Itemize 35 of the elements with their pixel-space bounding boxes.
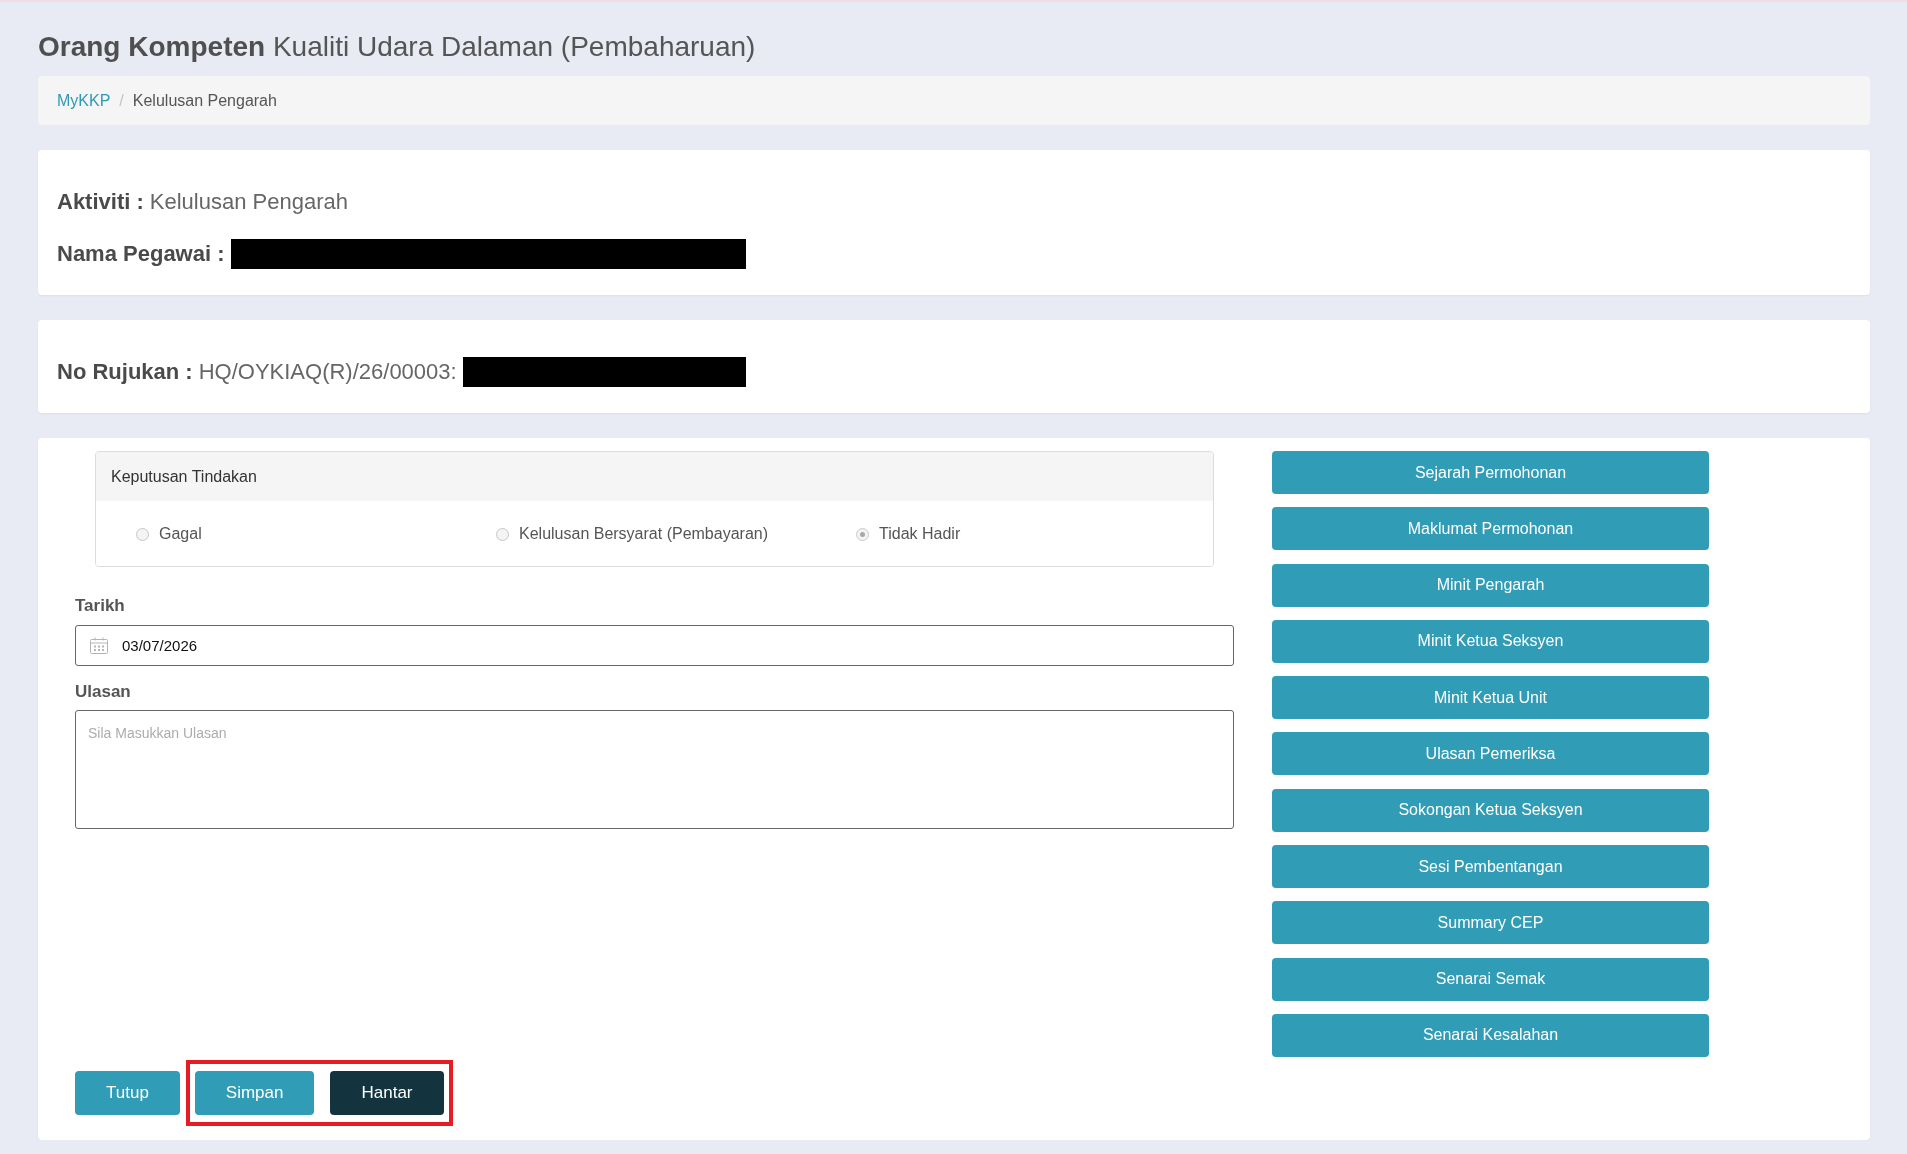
section-button[interactable]: Maklumat Permohonan [1272, 507, 1709, 551]
date-input[interactable]: 03/07/2026 [75, 625, 1234, 666]
section-button[interactable]: Minit Ketua Seksyen [1272, 619, 1709, 663]
info-label: Nama Pegawai : [57, 241, 225, 267]
section-button[interactable]: Sejarah Permohonan [1272, 451, 1709, 494]
page-title: Orang Kompeten Kualiti Udara Dalaman (Pembaharuan) [38, 30, 757, 64]
section-button[interactable]: Minit Ketua Unit [1272, 676, 1709, 720]
radio-button[interactable] [856, 527, 869, 541]
info-label: No Rujukan : [57, 359, 193, 385]
info-value: HQ/OYKIAQ(R)/26/00003: [198, 359, 457, 385]
section-button[interactable]: Sesi Pembentangan [1272, 845, 1709, 889]
breadcrumb-current: Kelulusan Pengarah [132, 91, 277, 110]
section-button[interactable]: Ulasan Pemeriksa [1272, 732, 1709, 776]
breadcrumb-link[interactable]: MyKKP [57, 91, 111, 110]
action-button[interactable]: Hantar [330, 1070, 444, 1115]
breadcrumb-separator: / [118, 91, 125, 110]
radio-button[interactable] [496, 527, 509, 541]
info-label: Aktiviti : [57, 189, 144, 215]
section-button[interactable]: Minit Pengarah [1272, 563, 1709, 607]
section-button[interactable]: Senarai Semak [1272, 957, 1709, 1001]
action-button[interactable]: Simpan [194, 1070, 315, 1115]
calendar-icon [90, 637, 108, 654]
radio-label: Tidak Hadir [879, 525, 961, 543]
section-button[interactable]: Summary CEP [1272, 901, 1709, 945]
field-label: Ulasan [75, 681, 131, 703]
section-button[interactable]: Sokongan Ketua Seksyen [1272, 788, 1709, 832]
action-button[interactable]: Tutup [75, 1070, 180, 1115]
panel-title: Keputusan Tindakan [111, 467, 257, 486]
radio-label: Gagal [159, 525, 202, 543]
remarks-textarea[interactable]: Sila Masukkan Ulasan [75, 710, 1234, 829]
radio-button[interactable] [136, 527, 149, 541]
info-value: Kelulusan Pengarah [149, 189, 348, 215]
radio-label: Kelulusan Bersyarat (Pembayaran) [519, 525, 768, 543]
section-button[interactable]: Senarai Kesalahan [1272, 1013, 1709, 1057]
field-label: Tarikh [75, 595, 125, 617]
